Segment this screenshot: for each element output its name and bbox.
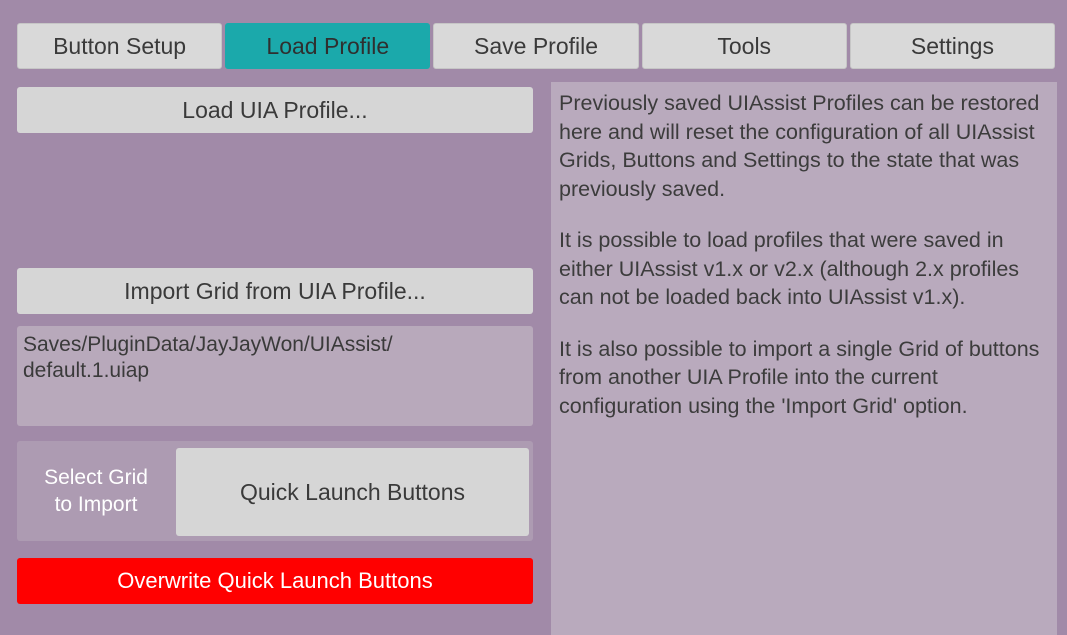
profile-path-display: Saves/PluginData/JayJayWon/UIAssist/ def… <box>17 326 533 426</box>
select-grid-row: Select Grid to Import Quick Launch Butto… <box>17 441 533 541</box>
info-panel: Previously saved UIAssist Profiles can b… <box>551 82 1057 635</box>
info-paragraph-2: It is possible to load profiles that wer… <box>559 228 1020 309</box>
import-grid-button[interactable]: Import Grid from UIA Profile... <box>17 268 533 314</box>
tab-bar: Button Setup Load Profile Save Profile T… <box>17 23 1056 69</box>
select-grid-label: Select Grid to Import <box>17 441 175 541</box>
tab-settings[interactable]: Settings <box>849 23 1056 69</box>
tab-load-profile[interactable]: Load Profile <box>225 23 431 69</box>
grid-select-button[interactable]: Quick Launch Buttons <box>176 448 529 536</box>
tab-save-profile[interactable]: Save Profile <box>433 23 639 69</box>
load-uia-profile-button[interactable]: Load UIA Profile... <box>17 87 533 133</box>
info-paragraph-3: It is also possible to import a single G… <box>559 336 1040 418</box>
info-paragraph-1: Previously saved UIAssist Profiles can b… <box>559 91 1040 201</box>
select-grid-label-line1: Select Grid <box>44 466 148 489</box>
profile-path-line1: Saves/PluginData/JayJayWon/UIAssist/ <box>23 333 393 356</box>
select-grid-label-line2: to Import <box>54 493 138 516</box>
tab-tools[interactable]: Tools <box>641 23 847 69</box>
tab-button-setup[interactable]: Button Setup <box>17 23 223 69</box>
overwrite-grid-button[interactable]: Overwrite Quick Launch Buttons <box>17 558 533 604</box>
profile-path-line2: default.1.uiap <box>23 359 150 382</box>
